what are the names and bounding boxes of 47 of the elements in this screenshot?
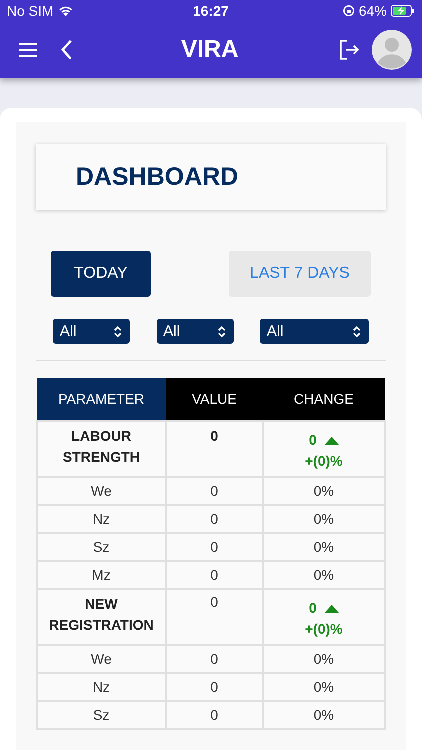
chevron-icon <box>216 326 226 338</box>
table-cell: 0 <box>166 645 263 673</box>
table-cell: 0 <box>166 673 263 701</box>
table-cell: We <box>37 477 166 505</box>
app-title: VIRA <box>180 36 240 64</box>
table-cell: We <box>37 645 166 673</box>
filter-dropdown[interactable]: All <box>53 319 130 344</box>
table-cell: 0% <box>263 645 385 673</box>
table-cell: 0 +(0)% <box>263 589 385 645</box>
table-cell: Nz <box>37 505 166 533</box>
table-cell: LABOUR STRENGTH <box>37 421 166 477</box>
rotation-lock-icon <box>342 5 355 17</box>
column-header: PARAMETER <box>37 378 166 421</box>
avatar-icon[interactable] <box>372 30 412 70</box>
filter-dropdown[interactable]: All <box>156 319 234 344</box>
table-cell: 0% <box>263 561 385 589</box>
table-cell: 0% <box>263 505 385 533</box>
filter-dropdown[interactable]: All <box>260 319 369 344</box>
table-cell: Sz <box>37 533 166 561</box>
menu-icon[interactable] <box>16 40 40 60</box>
table-cell: Nz <box>37 673 166 701</box>
column-header: VALUE <box>166 378 263 421</box>
column-header: CHANGE <box>263 378 385 421</box>
battery-percent: 64% <box>358 3 387 19</box>
page-title: DASHBOARD <box>76 162 238 192</box>
table-cell: 0 <box>166 701 263 729</box>
table-cell: 0 <box>166 561 263 589</box>
battery-icon <box>391 5 415 17</box>
clock-time: 16:27 <box>193 3 229 19</box>
wifi-icon <box>58 5 74 17</box>
carrier-label: No SIM <box>7 3 54 19</box>
table-cell: 0 <box>166 421 263 477</box>
chevron-icon <box>352 326 362 338</box>
table-cell: 0% <box>263 673 385 701</box>
table-cell: 0 <box>166 589 263 645</box>
table-cell: 0 <box>166 533 263 561</box>
table-cell: 0 +(0)% <box>263 421 385 477</box>
table-cell: Mz <box>37 561 166 589</box>
table-cell: Sz <box>37 701 166 729</box>
table-cell: 0 <box>166 477 263 505</box>
table-cell: 0% <box>263 701 385 729</box>
chevron-icon <box>113 326 123 338</box>
period-tab[interactable]: TODAY <box>51 251 151 297</box>
table-cell: 0% <box>263 477 385 505</box>
table-cell: 0 <box>166 505 263 533</box>
table-cell: 0% <box>263 533 385 561</box>
table-cell: NEW REGISTRATION <box>37 589 166 645</box>
